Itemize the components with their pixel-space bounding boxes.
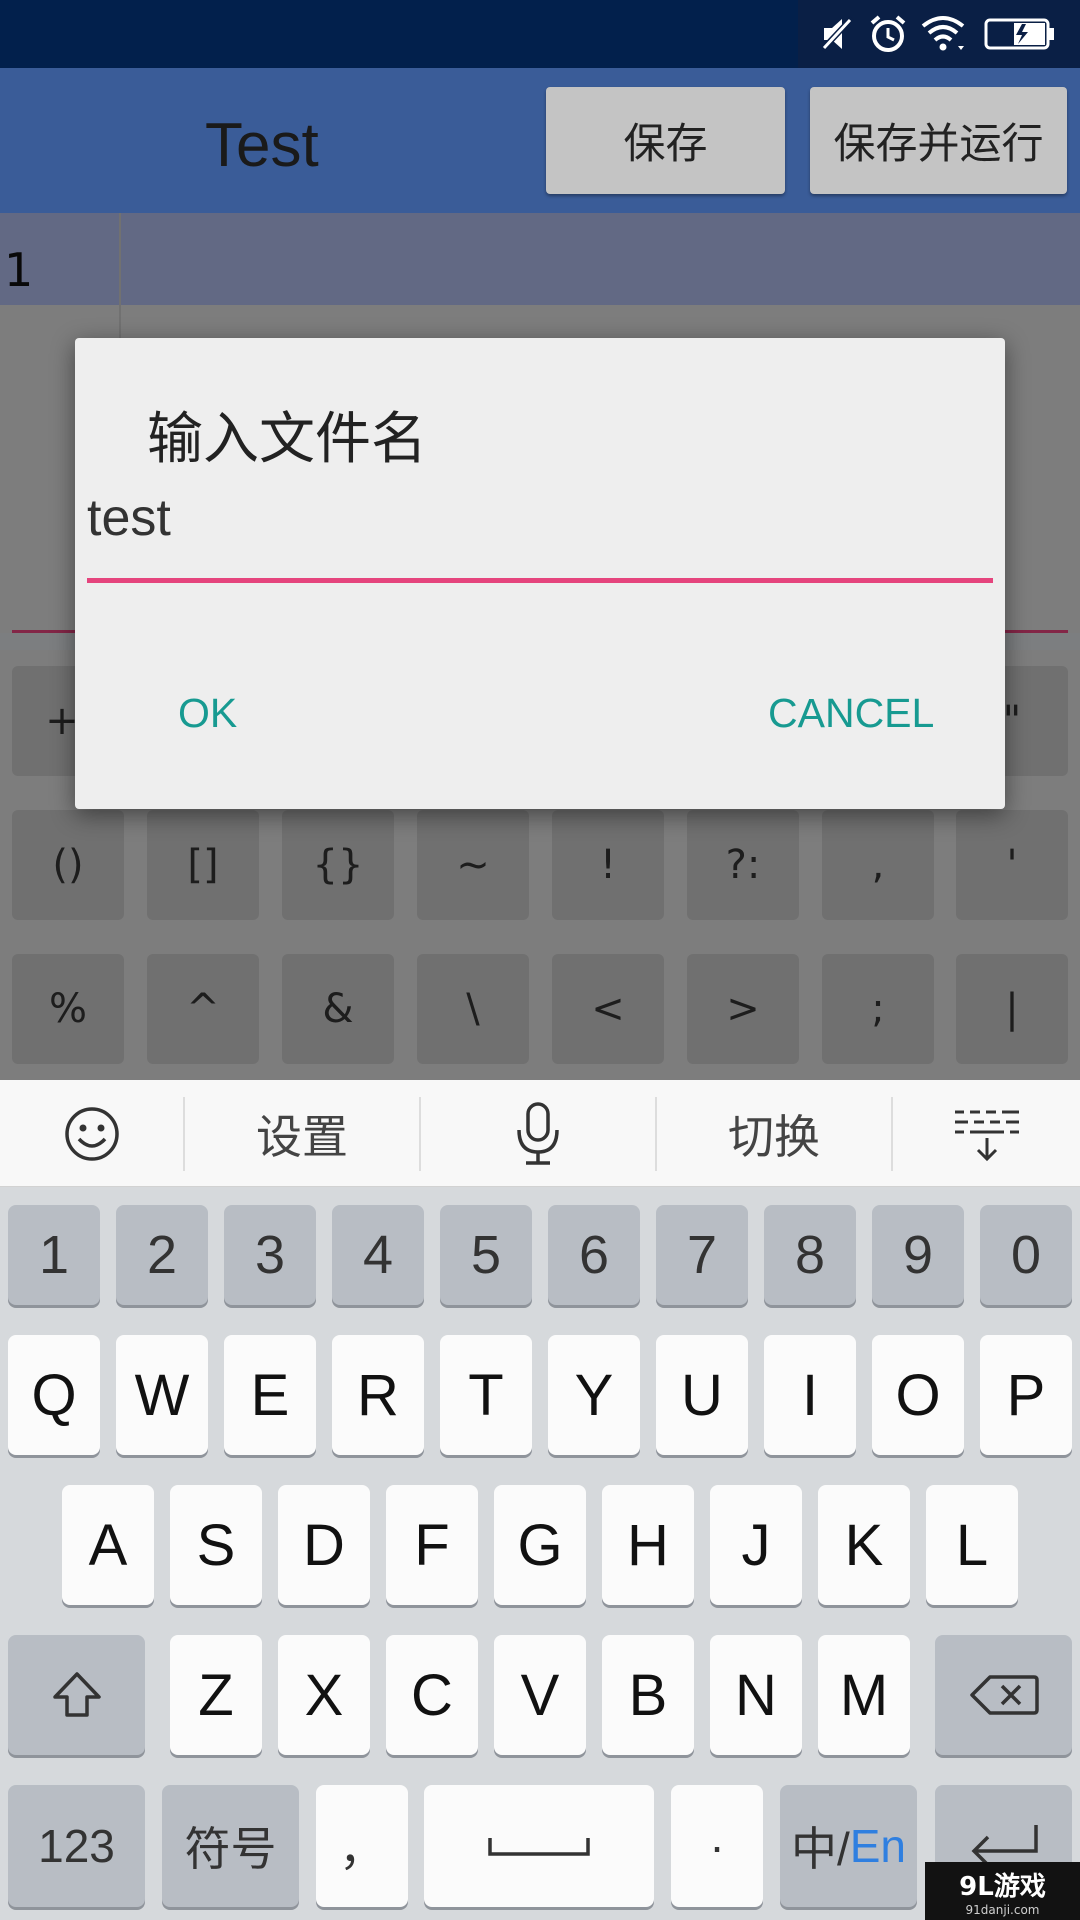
hide-keyboard-icon	[954, 1110, 1019, 1161]
language-zh-label: 中/	[790, 1823, 850, 1875]
ime-settings-label: 设置	[256, 1109, 348, 1164]
key-b[interactable]: B	[602, 1635, 694, 1755]
key-2[interactable]: 2	[116, 1205, 208, 1305]
symbols-key[interactable]: 符号	[162, 1785, 299, 1907]
key-r[interactable]: R	[332, 1335, 424, 1455]
emoji-icon	[65, 1106, 119, 1161]
key-f[interactable]: F	[386, 1485, 478, 1605]
microphone-icon	[517, 1101, 559, 1165]
shift-key[interactable]	[8, 1635, 145, 1755]
space-icon	[488, 1838, 590, 1856]
key-h[interactable]: H	[602, 1485, 694, 1605]
key-6[interactable]: 6	[548, 1205, 640, 1305]
backspace-key[interactable]	[935, 1635, 1072, 1755]
soft-keyboard: 1 2 3 4 5 6 7 8 9 0 Q W E R T Y U I O P …	[0, 1187, 1080, 1920]
key-4[interactable]: 4	[332, 1205, 424, 1305]
key-o[interactable]: O	[872, 1335, 964, 1455]
ok-button[interactable]: OK	[178, 690, 237, 737]
watermark-sub: 91danji.com	[965, 1903, 1040, 1917]
watermark-main: 9L游戏	[959, 1872, 1046, 1902]
comma-key[interactable]: ，	[316, 1785, 408, 1907]
key-t[interactable]: T	[440, 1335, 532, 1455]
key-z[interactable]: Z	[170, 1635, 262, 1755]
key-p[interactable]: P	[980, 1335, 1072, 1455]
period-key[interactable]: ·	[671, 1785, 763, 1907]
key-y[interactable]: Y	[548, 1335, 640, 1455]
key-e[interactable]: E	[224, 1335, 316, 1455]
key-3[interactable]: 3	[224, 1205, 316, 1305]
key-i[interactable]: I	[764, 1335, 856, 1455]
ime-settings-button[interactable]: 设置	[185, 1080, 419, 1187]
key-s[interactable]: S	[170, 1485, 262, 1605]
key-5[interactable]: 5	[440, 1205, 532, 1305]
key-d[interactable]: D	[278, 1485, 370, 1605]
input-underline	[87, 578, 993, 583]
status-bar	[0, 0, 1080, 68]
key-j[interactable]: J	[710, 1485, 802, 1605]
key-7[interactable]: 7	[656, 1205, 748, 1305]
key-n[interactable]: N	[710, 1635, 802, 1755]
key-1[interactable]: 1	[8, 1205, 100, 1305]
filename-input[interactable]	[87, 488, 993, 548]
shift-icon	[52, 1672, 101, 1717]
hide-keyboard-button[interactable]	[893, 1080, 1080, 1187]
key-u[interactable]: U	[656, 1335, 748, 1455]
dialog-title: 输入文件名	[147, 407, 427, 472]
status-bar-left	[0, 0, 798, 68]
battery-charging-icon	[984, 18, 1054, 50]
muted-sound-icon	[820, 15, 855, 53]
key-k[interactable]: K	[818, 1485, 910, 1605]
language-switch-key[interactable]: 中/En	[780, 1785, 917, 1907]
space-key[interactable]	[424, 1785, 654, 1907]
watermark-logo: 9L游戏 91danji.com	[925, 1862, 1080, 1920]
backspace-icon	[969, 1675, 1039, 1715]
key-c[interactable]: C	[386, 1635, 478, 1755]
key-l[interactable]: L	[926, 1485, 1018, 1605]
filename-dialog: 输入文件名 OK CANCEL	[75, 338, 1005, 809]
key-m[interactable]: M	[818, 1635, 910, 1755]
key-a[interactable]: A	[62, 1485, 154, 1605]
ime-switch-label: 切换	[728, 1109, 820, 1164]
key-0[interactable]: 0	[980, 1205, 1072, 1305]
language-en-label: En	[849, 1820, 907, 1872]
key-9[interactable]: 9	[872, 1205, 964, 1305]
numeric-switch-key[interactable]: 123	[8, 1785, 145, 1907]
key-q[interactable]: Q	[8, 1335, 100, 1455]
alarm-icon	[870, 15, 906, 52]
ime-toolbar: 设置 切换	[0, 1080, 1080, 1187]
save-button[interactable]: 保存	[546, 87, 785, 194]
key-x[interactable]: X	[278, 1635, 370, 1755]
key-v[interactable]: V	[494, 1635, 586, 1755]
key-g[interactable]: G	[494, 1485, 586, 1605]
save-and-run-button[interactable]: 保存并运行	[810, 87, 1067, 194]
wifi-icon	[921, 16, 965, 51]
key-8[interactable]: 8	[764, 1205, 856, 1305]
ime-switch-button[interactable]: 切换	[657, 1080, 891, 1187]
key-w[interactable]: W	[116, 1335, 208, 1455]
voice-input-button[interactable]	[421, 1080, 655, 1187]
page-title: Test	[205, 111, 319, 180]
emoji-button[interactable]	[0, 1080, 184, 1187]
cancel-button[interactable]: CANCEL	[768, 690, 934, 737]
